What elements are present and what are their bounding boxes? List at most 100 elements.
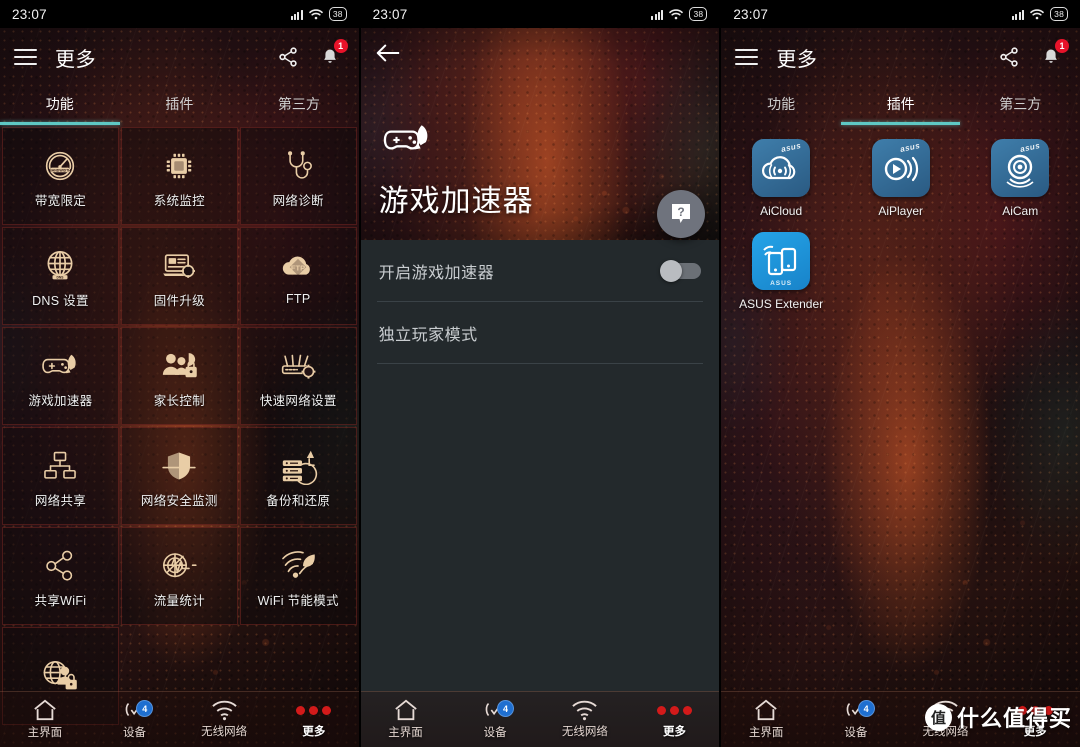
plugin-app-aicam[interactable]: asus AiCam bbox=[960, 139, 1080, 218]
plugin-app-aicloud[interactable]: asus AiCloud bbox=[721, 139, 841, 218]
feature-label: 备份和还原 bbox=[266, 493, 331, 508]
bottom-nav-devices[interactable]: 4 设备 bbox=[90, 698, 180, 740]
bell-badge: 1 bbox=[333, 39, 348, 53]
detail-settings-list: 开启游戏加速器 独立玩家模式 bbox=[360, 240, 720, 747]
cpu-chip-icon bbox=[160, 144, 198, 188]
devices-badge: 4 bbox=[857, 700, 875, 717]
signal-icon bbox=[1011, 9, 1025, 20]
feature-tile-firmware[interactable]: 固件升级 bbox=[120, 227, 238, 325]
feature-tile-quick-network-setup[interactable]: 快速网络设置 bbox=[239, 327, 357, 425]
feature-tile-wifi-eco[interactable]: WiFi 节能模式 bbox=[239, 527, 357, 625]
feature-tile-system-monitor[interactable]: 系统监控 bbox=[120, 127, 238, 225]
plugin-app-label: AiCam bbox=[1002, 204, 1039, 218]
hamburger-icon[interactable] bbox=[735, 49, 759, 65]
feature-tile-backup-restore[interactable]: 备份和还原 bbox=[239, 427, 357, 525]
feature-label: 家长控制 bbox=[153, 393, 205, 408]
signal-icon bbox=[651, 9, 664, 20]
panel-features: 23:07 38 更多 1 功能 插件 第三方 BANDWIDTH 带宽限定 系… bbox=[0, 0, 359, 747]
bell-icon[interactable]: 1 bbox=[315, 39, 348, 72]
share-icon[interactable] bbox=[273, 42, 303, 72]
stethoscope-icon bbox=[279, 144, 317, 188]
home-icon bbox=[755, 699, 777, 721]
feature-tile-game-boost[interactable]: 游戏加速器 bbox=[2, 327, 119, 425]
game-boost-toggle[interactable] bbox=[660, 260, 702, 282]
plugin-app-aiplayer[interactable]: asus AiPlayer bbox=[841, 139, 961, 218]
plugin-app-asus-extender[interactable]: ASUS ASUS Extender bbox=[721, 232, 841, 311]
svg-text:FTP: FTP bbox=[291, 264, 305, 273]
network-share-icon bbox=[41, 444, 79, 488]
aicloud-icon: asus bbox=[752, 139, 811, 197]
share-wifi-icon bbox=[41, 544, 79, 588]
bottom-nav-label: 主界面 bbox=[388, 727, 423, 739]
bottom-nav: 主界面 4 设备 无线网络 更多 bbox=[360, 691, 720, 747]
tab-plugins[interactable]: 插件 bbox=[841, 94, 961, 114]
tab-underline bbox=[0, 122, 359, 125]
help-question-icon[interactable]: ? bbox=[657, 190, 706, 238]
game-boost-icon bbox=[39, 344, 81, 388]
panel-game-boost-detail: 23:07 38 游戏加速器 ? 开启游戏加速器 独立玩家模式 主界面 4 设备… bbox=[358, 0, 720, 747]
feature-tile-bandwidth[interactable]: BANDWIDTH 带宽限定 bbox=[2, 127, 119, 225]
feature-tile-share-wifi[interactable]: 共享WiFi bbox=[2, 527, 119, 625]
tab-underline bbox=[721, 122, 1080, 125]
tab-bar: 功能 插件 第三方 bbox=[721, 86, 1080, 122]
feature-tile-network-diagnostics[interactable]: 网络诊断 bbox=[239, 127, 357, 225]
hamburger-icon[interactable] bbox=[14, 49, 37, 65]
tab-thirdparty[interactable]: 第三方 bbox=[960, 94, 1080, 114]
status-clock: 23:07 bbox=[372, 6, 408, 22]
wifi-icon bbox=[309, 8, 323, 19]
bottom-nav-home[interactable]: 主界面 bbox=[361, 698, 451, 740]
bottom-nav-more[interactable]: 更多 bbox=[630, 699, 720, 739]
more-dots-icon bbox=[296, 699, 332, 721]
tab-features[interactable]: 功能 bbox=[721, 94, 841, 114]
wifi-icon bbox=[1030, 8, 1044, 19]
watermark-logo: 值 bbox=[925, 703, 952, 731]
feature-tile-traffic-stats[interactable]: 流量统计 bbox=[120, 527, 238, 625]
page-title: 更多 bbox=[55, 48, 96, 71]
traffic-stats-icon bbox=[159, 544, 199, 588]
feature-label: 固件升级 bbox=[153, 293, 205, 308]
bottom-nav-label: 设备 bbox=[844, 727, 868, 739]
svg-text:BANDWIDTH: BANDWIDTH bbox=[50, 168, 72, 172]
bottom-nav-devices[interactable]: 4 设备 bbox=[450, 698, 540, 740]
bottom-nav-wifi[interactable]: 无线网络 bbox=[540, 699, 630, 739]
bottom-nav-label: 更多 bbox=[663, 726, 687, 738]
svg-text:DNS: DNS bbox=[57, 275, 65, 279]
tab-plugins[interactable]: 插件 bbox=[120, 94, 240, 114]
bottom-nav-wifi[interactable]: 无线网络 bbox=[179, 699, 269, 739]
bell-icon[interactable]: 1 bbox=[1036, 39, 1070, 72]
aicam-icon: asus bbox=[991, 139, 1050, 197]
plugin-app-grid: asus AiCloud asus AiPlayer asus AiCam AS… bbox=[721, 125, 1080, 311]
bottom-nav-label: 无线网络 bbox=[201, 726, 248, 738]
tab-thirdparty[interactable]: 第三方 bbox=[239, 94, 359, 114]
page-title: 更多 bbox=[776, 48, 818, 71]
setting-row-solo-player-mode[interactable]: 独立玩家模式 bbox=[361, 302, 720, 364]
wifi-eco-icon bbox=[278, 544, 318, 588]
tab-features[interactable]: 功能 bbox=[0, 94, 120, 114]
feature-label: 系统监控 bbox=[153, 193, 205, 208]
bottom-nav-devices[interactable]: 4 设备 bbox=[811, 698, 901, 740]
signal-icon bbox=[290, 9, 303, 20]
game-boost-icon bbox=[379, 119, 435, 166]
feature-tile-ftp[interactable]: FTP FTP bbox=[239, 227, 357, 325]
status-icons: 38 bbox=[651, 7, 708, 21]
bottom-nav-label: 无线网络 bbox=[561, 726, 608, 738]
status-icons: 38 bbox=[290, 7, 347, 21]
setting-row-enable-game-boost[interactable]: 开启游戏加速器 bbox=[361, 240, 720, 302]
feature-tile-dns[interactable]: DNS DNS 设置 bbox=[2, 227, 119, 325]
plugin-app-label: AiPlayer bbox=[878, 204, 924, 218]
bottom-nav-more[interactable]: 更多 bbox=[269, 699, 359, 739]
status-icons: 38 bbox=[1011, 7, 1069, 21]
battery-indicator: 38 bbox=[689, 7, 708, 21]
feature-tile-security-monitor[interactable]: 网络安全监测 bbox=[120, 427, 238, 525]
watermark-text: 什么值得买 bbox=[957, 706, 1073, 731]
plugin-app-label: AiCloud bbox=[760, 204, 803, 218]
feature-label: WiFi 节能模式 bbox=[257, 593, 339, 608]
bottom-nav-home[interactable]: 主界面 bbox=[721, 698, 811, 740]
feature-tile-network-share[interactable]: 网络共享 bbox=[2, 427, 119, 525]
bottom-nav-home[interactable]: 主界面 bbox=[0, 698, 90, 740]
back-arrow-icon[interactable] bbox=[375, 42, 401, 69]
share-icon[interactable] bbox=[994, 42, 1024, 72]
status-clock: 23:07 bbox=[12, 6, 47, 22]
bandwidth-gauge-icon: BANDWIDTH bbox=[40, 144, 80, 188]
feature-tile-parental-control[interactable]: 家长控制 bbox=[120, 327, 238, 425]
